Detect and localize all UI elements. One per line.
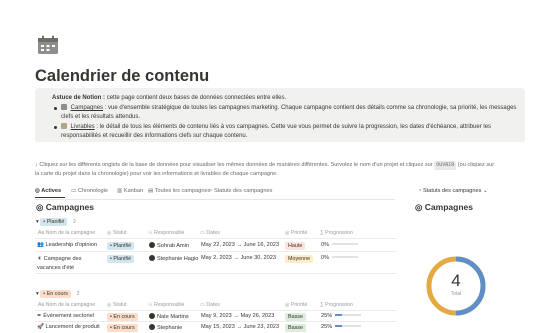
hint-part1: ↓ Cliquez sur les différents onglets de … [35, 162, 433, 168]
dates: May 9, 2023 → May 26, 2023 [201, 313, 275, 319]
priority-badge: Basse [285, 324, 306, 332]
donut-total-caption: Total [450, 291, 462, 297]
progress-bar [335, 314, 362, 316]
page-title: Calendrier de contenu [35, 67, 210, 85]
progress: 25% [321, 324, 362, 330]
owner: Nate Martins [149, 313, 189, 320]
dates: May 15, 2023 → June 23, 2023 [201, 324, 280, 330]
target-icon: ◎ [36, 202, 44, 212]
tab-toutes-les-campagnes[interactable]: ▤ Toutes les campagnes [148, 188, 210, 194]
progress: 0% [321, 255, 359, 261]
campaign-name[interactable]: ☀ Campagne des vacances d'été [37, 255, 105, 273]
donut-total-value: 4 [451, 271, 461, 290]
avatar [149, 324, 155, 330]
sun-icon: ☀ [37, 256, 43, 262]
livrables-description: : le détail de tous les éléments de cont… [61, 124, 492, 139]
progress: 25% [321, 313, 362, 319]
group-label: • Planifié [40, 218, 68, 226]
callout-intro: Astuce de Notion : cette page contient d… [52, 95, 286, 101]
priority-badge: Moyenne [285, 255, 314, 263]
chart-icon: ◔ [418, 188, 422, 194]
col-dates: ▭ Dates [200, 302, 220, 308]
open-shortcut: OUVRIR [434, 161, 457, 170]
chevron-down-icon: ▾ [36, 219, 39, 225]
callout-item-livrables: Livrables : le détail de tous les élémen… [54, 123, 521, 141]
col-progress: ∑ Progression [320, 302, 353, 308]
group-count: 2 [76, 291, 80, 297]
callout-tip-text: cette page contient deux bases de donnée… [106, 95, 287, 101]
col-owner: ⚇ Responsable [148, 230, 185, 236]
rocket-icon: 🚀 [37, 324, 44, 330]
chart-heading: ◎ Campagnes [415, 202, 473, 212]
tabs-divider [35, 199, 395, 200]
owner: Stephanie Hagio [149, 255, 198, 262]
dates: May 2, 2023 → June 30, 2023 [201, 255, 276, 261]
campagnes-link[interactable]: Campagnes [71, 105, 103, 111]
chart-view-label: Statuts des campagnes [422, 188, 482, 194]
chart-view-select[interactable]: ◔ Statuts des campagnes ⌄ [418, 188, 488, 194]
col-status: ◎ Statut [107, 230, 127, 236]
row-divider [35, 273, 397, 274]
progress: 0% [321, 242, 359, 248]
callout-tip-label: Astuce de Notion : [52, 95, 106, 101]
col-name: Aa Nom de la campagne [38, 302, 96, 308]
hint-text: ↓ Cliquez sur les différents onglets de … [35, 161, 495, 179]
tab-statuts-des-campagnes[interactable]: ◔ Statuts des campagnes [209, 188, 272, 194]
tab-actives[interactable]: ◎ Actives [35, 188, 61, 194]
owner: Stephanie [149, 324, 182, 331]
chevron-down-icon: ▾ [36, 291, 39, 297]
avatar [149, 242, 155, 248]
tab-kanban[interactable]: ▥ Kanban [117, 188, 143, 194]
group-en-cours[interactable]: ▾ • En cours 2 [36, 290, 80, 298]
pen-icon: ✒ [37, 313, 42, 319]
status-badge: • Planifié [107, 242, 135, 250]
col-name: Aa Nom de la campagne [38, 230, 96, 236]
campaign-name[interactable]: 👥 Leadership d'opinion [37, 242, 97, 248]
chevron-down-icon: ⌄ [482, 188, 488, 194]
status-badge: • En cours [107, 313, 138, 321]
dates: May 22, 2023 → June 16, 2023 [201, 242, 280, 248]
avatar [149, 313, 155, 319]
inbox-icon [61, 123, 67, 129]
row-divider [35, 238, 397, 239]
group-label: • En cours [40, 290, 71, 298]
campaign-name[interactable]: 🚀 Lancement de produit [37, 324, 100, 330]
priority-badge: Haute [285, 242, 306, 250]
db-heading: ◎ Campagnes [36, 202, 94, 212]
col-owner: ⚇ Responsable [148, 302, 185, 308]
group-count: 2 [72, 219, 76, 225]
calendar-icon [37, 35, 59, 55]
status-badge: • En cours [107, 324, 138, 332]
col-progress: ∑ Progression [320, 230, 353, 236]
megaphone-icon [61, 104, 67, 110]
row-divider [35, 321, 397, 322]
avatar [149, 255, 155, 261]
callout-item-campagnes: Campagnes : vue d'ensemble stratégique d… [54, 104, 521, 122]
livrables-link[interactable]: Livrables [71, 124, 95, 130]
progress-bar [332, 243, 359, 245]
progress-bar [332, 256, 359, 258]
owner: Sohrab Amin [149, 242, 189, 249]
people-icon: 👥 [37, 242, 44, 248]
target-icon: ◎ [415, 202, 423, 212]
col-priority: ◎ Priorité [285, 302, 308, 308]
group-planifie[interactable]: ▾ • Planifié 2 [36, 218, 76, 226]
status-badge: • Planifié [107, 255, 135, 263]
tip-callout: Astuce de Notion : cette page contient d… [35, 88, 525, 142]
campaign-name[interactable]: ✒ Événement sectoriel [37, 313, 94, 319]
progress-bar [335, 325, 362, 327]
campagnes-description: : vue d'ensemble stratégique de toutes l… [61, 105, 517, 120]
row-divider [35, 310, 397, 311]
active-tab-indicator [35, 197, 65, 199]
col-dates: ▭ Dates [200, 230, 220, 236]
col-status: ◎ Statut [107, 302, 127, 308]
row-divider [35, 251, 397, 252]
priority-badge: Basse [285, 313, 306, 321]
donut-chart[interactable]: 4 Total [425, 255, 487, 317]
col-priority: ◎ Priorité [285, 230, 308, 236]
tab-chronologie[interactable]: ▭ Chronologie [71, 188, 108, 194]
